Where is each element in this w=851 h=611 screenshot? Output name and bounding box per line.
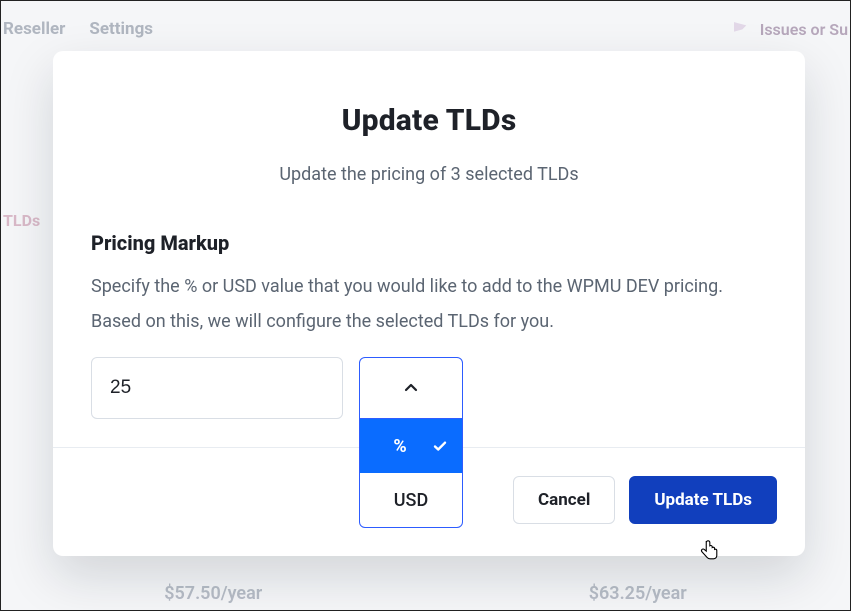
pricing-markup-description: Specify the % or USD value that you woul… — [91, 269, 767, 339]
check-icon — [432, 438, 448, 454]
bg-price-1: $57.50/year — [164, 583, 262, 604]
flag-icon — [734, 22, 752, 36]
markup-unit-dropdown: % USD — [359, 418, 463, 528]
modal-title: Update TLDs — [91, 103, 767, 138]
support-link: Issues or Su — [760, 20, 848, 39]
bg-prices: $57.50/year $63.25/year — [1, 583, 850, 604]
pricing-markup-heading: Pricing Markup — [91, 231, 767, 255]
update-tlds-modal: Update TLDs Update the pricing of 3 sele… — [53, 51, 805, 556]
markup-unit-toggle[interactable] — [359, 357, 463, 419]
unit-option-percent[interactable]: % — [360, 419, 462, 473]
unit-option-usd[interactable]: USD — [360, 473, 462, 527]
tab-tlds: TLDs — [3, 211, 40, 230]
unit-option-label: % — [393, 436, 428, 457]
bg-price-2: $63.25/year — [589, 583, 687, 604]
nav-item-settings: Settings — [89, 19, 153, 39]
markup-value-input[interactable] — [91, 357, 343, 419]
chevron-up-icon — [403, 380, 419, 396]
modal-subtitle: Update the pricing of 3 selected TLDs — [91, 164, 767, 185]
unit-option-label: USD — [394, 490, 428, 511]
header-bar: Reseller Settings Issues or Su — [1, 1, 850, 57]
update-tlds-button[interactable]: Update TLDs — [629, 476, 777, 524]
cancel-button[interactable]: Cancel — [513, 476, 615, 524]
nav-item-reseller: Reseller — [3, 19, 65, 39]
markup-unit-select[interactable]: % USD — [359, 357, 463, 419]
